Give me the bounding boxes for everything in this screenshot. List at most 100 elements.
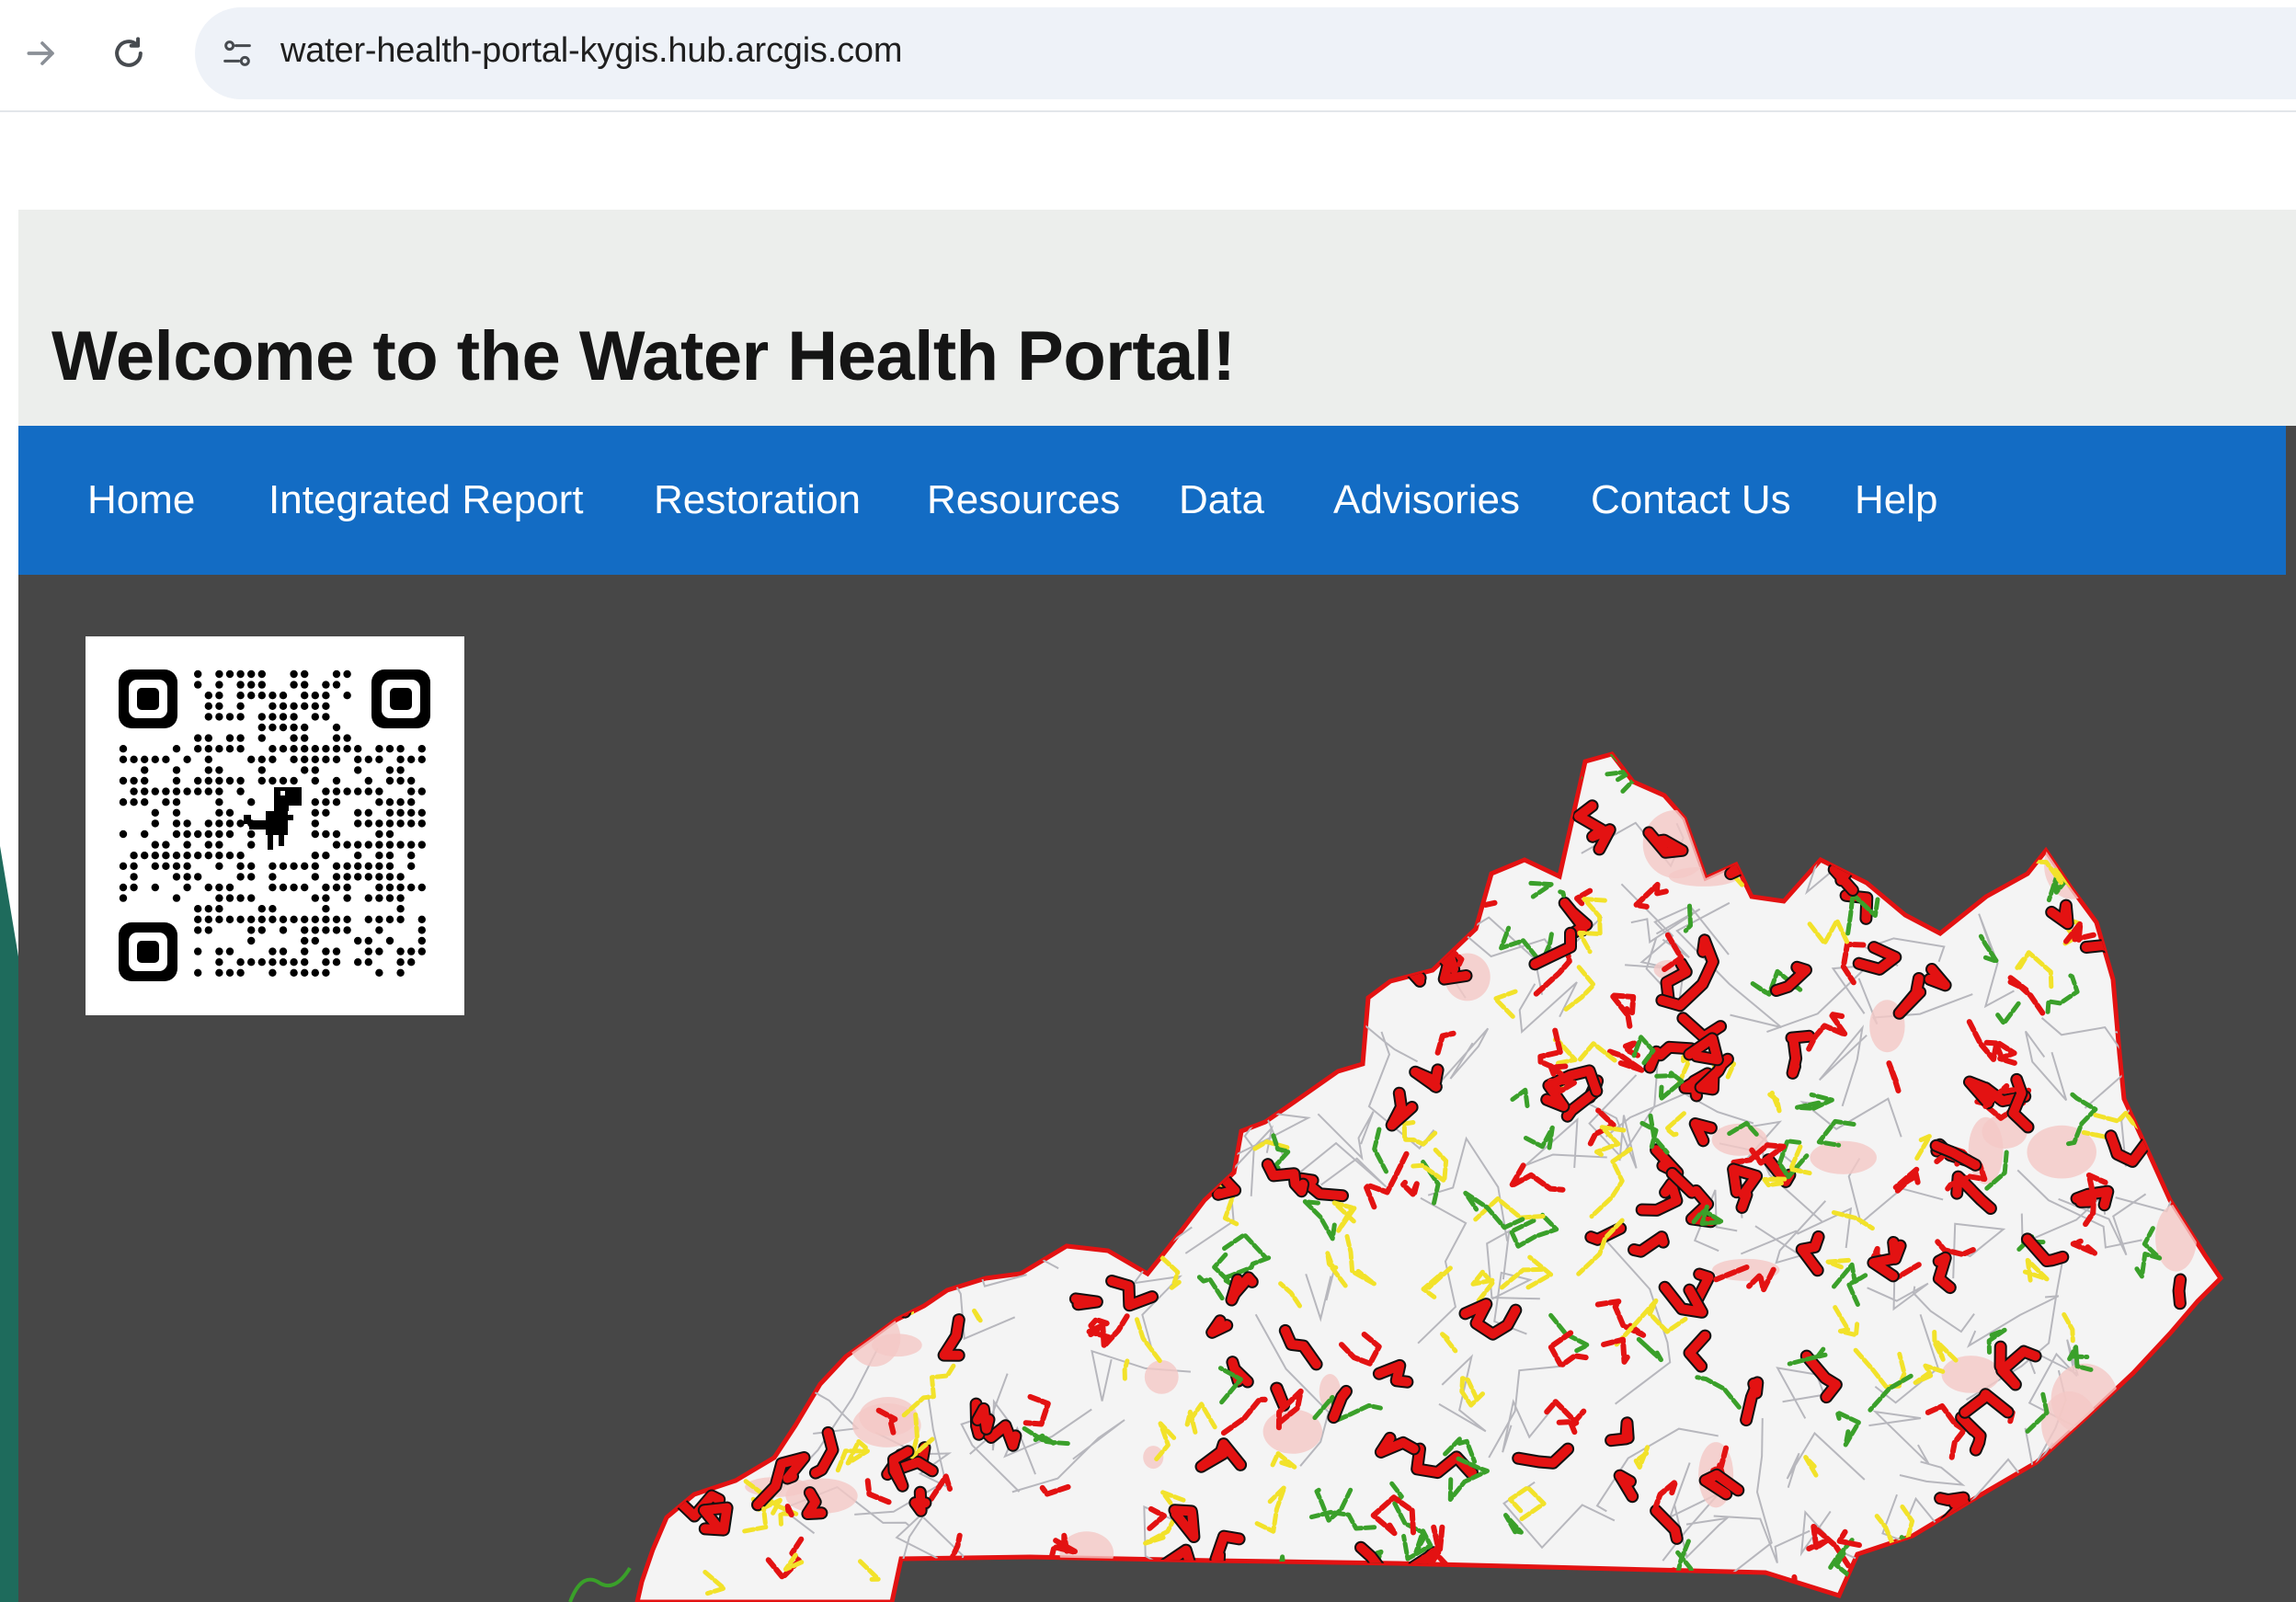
- nav-resources[interactable]: Resources: [927, 477, 1120, 523]
- qr-module: [332, 734, 341, 742]
- address-bar[interactable]: water-health-portal-kygis.hub.arcgis.com: [195, 7, 2296, 99]
- qr-module: [322, 883, 330, 892]
- qr-module: [247, 915, 256, 923]
- url-text[interactable]: water-health-portal-kygis.hub.arcgis.com: [280, 31, 902, 71]
- stream-segment: [1228, 804, 1274, 855]
- stream-segment: [798, 1091, 824, 1110]
- county-line: [816, 1052, 876, 1159]
- nav-help[interactable]: Help: [1855, 477, 1938, 523]
- watershed-area: [1382, 797, 1452, 840]
- nav-contact-us[interactable]: Contact Us: [1591, 477, 1791, 523]
- qr-module: [354, 755, 362, 763]
- stream-segment: [2165, 813, 2186, 837]
- qr-module: [268, 723, 277, 732]
- forward-button[interactable]: [13, 24, 72, 83]
- qr-module: [354, 787, 362, 795]
- qr-module: [364, 958, 372, 967]
- nav-advisories[interactable]: Advisories: [1333, 477, 1520, 523]
- qr-module: [172, 808, 181, 817]
- qr-module: [279, 958, 288, 967]
- nav-integrated-report[interactable]: Integrated Report: [268, 477, 583, 523]
- qr-module: [301, 692, 309, 700]
- qr-module: [236, 669, 245, 679]
- qr-module: [183, 819, 191, 828]
- qr-module: [301, 702, 309, 710]
- qr-module: [343, 745, 351, 753]
- county-line: [1672, 754, 1740, 805]
- qr-module: [332, 681, 341, 689]
- qr-module: [225, 947, 234, 955]
- qr-module: [301, 936, 309, 945]
- qr-module: [268, 745, 277, 753]
- qr-module: [247, 830, 256, 839]
- qr-module: [301, 681, 309, 689]
- qr-module: [204, 852, 212, 860]
- county-line: [2148, 1395, 2211, 1530]
- stream-segment: [1045, 1056, 1061, 1081]
- stream-segment: [711, 1282, 735, 1346]
- qr-module: [375, 798, 383, 807]
- qr-module: [343, 734, 351, 742]
- qr-module: [151, 819, 159, 828]
- qr-module: [375, 968, 383, 977]
- qr-module: [236, 894, 245, 902]
- stream-segment: [708, 1340, 731, 1356]
- qr-module: [364, 841, 372, 849]
- qr-module: [279, 692, 288, 700]
- site-info-icon[interactable]: [213, 29, 261, 77]
- nav-data[interactable]: Data: [1179, 477, 1264, 523]
- qr-module: [396, 755, 405, 763]
- qr-module: [343, 926, 351, 934]
- stream-outline: [2051, 1436, 2094, 1469]
- stream-segment: [912, 762, 931, 788]
- qr-module: [257, 669, 266, 679]
- qr-module: [375, 819, 383, 828]
- stream-segment: [932, 827, 967, 849]
- qr-module: [215, 808, 223, 817]
- slide-decoration: [0, 846, 18, 1602]
- stream-segment: [1224, 978, 1246, 1003]
- nav-home[interactable]: Home: [87, 477, 195, 523]
- forward-arrow-icon: [27, 41, 54, 65]
- qr-module: [385, 808, 394, 817]
- qr-module: [204, 692, 212, 700]
- county-line: [2165, 796, 2221, 889]
- stream-segment: [2130, 1046, 2173, 1102]
- river-segment: [568, 1566, 632, 1602]
- nav-restoration[interactable]: Restoration: [654, 477, 861, 523]
- stream-segment: [774, 959, 799, 994]
- county-line: [637, 838, 703, 898]
- reload-button[interactable]: [99, 24, 158, 83]
- stream-segment: [2006, 1477, 2044, 1490]
- qr-module: [151, 883, 159, 892]
- qr-module: [247, 669, 256, 679]
- stream-segment: [673, 1289, 701, 1315]
- qr-module: [407, 755, 416, 763]
- qr-module: [236, 713, 245, 721]
- county-line: [1264, 1045, 1333, 1073]
- stream-outline: [2175, 1139, 2211, 1173]
- stream-segment: [670, 1454, 711, 1482]
- qr-module: [385, 852, 394, 860]
- stream-segment: [1753, 849, 1787, 895]
- qr-module: [407, 958, 416, 967]
- watershed-area: [1941, 1356, 2001, 1393]
- qr-module: [204, 915, 212, 923]
- qr-module: [215, 905, 223, 913]
- qr-code-card[interactable]: [86, 636, 464, 1015]
- qr-module: [322, 926, 330, 934]
- qr-module: [301, 669, 309, 679]
- qr-module: [119, 776, 128, 785]
- stream-outline: [2058, 842, 2085, 884]
- qr-module: [247, 692, 256, 700]
- stream-segment: [1144, 852, 1176, 914]
- stream-segment: [1283, 760, 1317, 791]
- stream-segment: [2183, 1333, 2221, 1361]
- qr-module: [257, 766, 266, 774]
- qr-module: [119, 894, 128, 902]
- stream-segment: [807, 1182, 826, 1213]
- qr-module: [268, 905, 277, 913]
- stream-segment: [1834, 776, 1855, 819]
- stream-segment: [942, 1141, 985, 1184]
- qr-module: [332, 841, 341, 849]
